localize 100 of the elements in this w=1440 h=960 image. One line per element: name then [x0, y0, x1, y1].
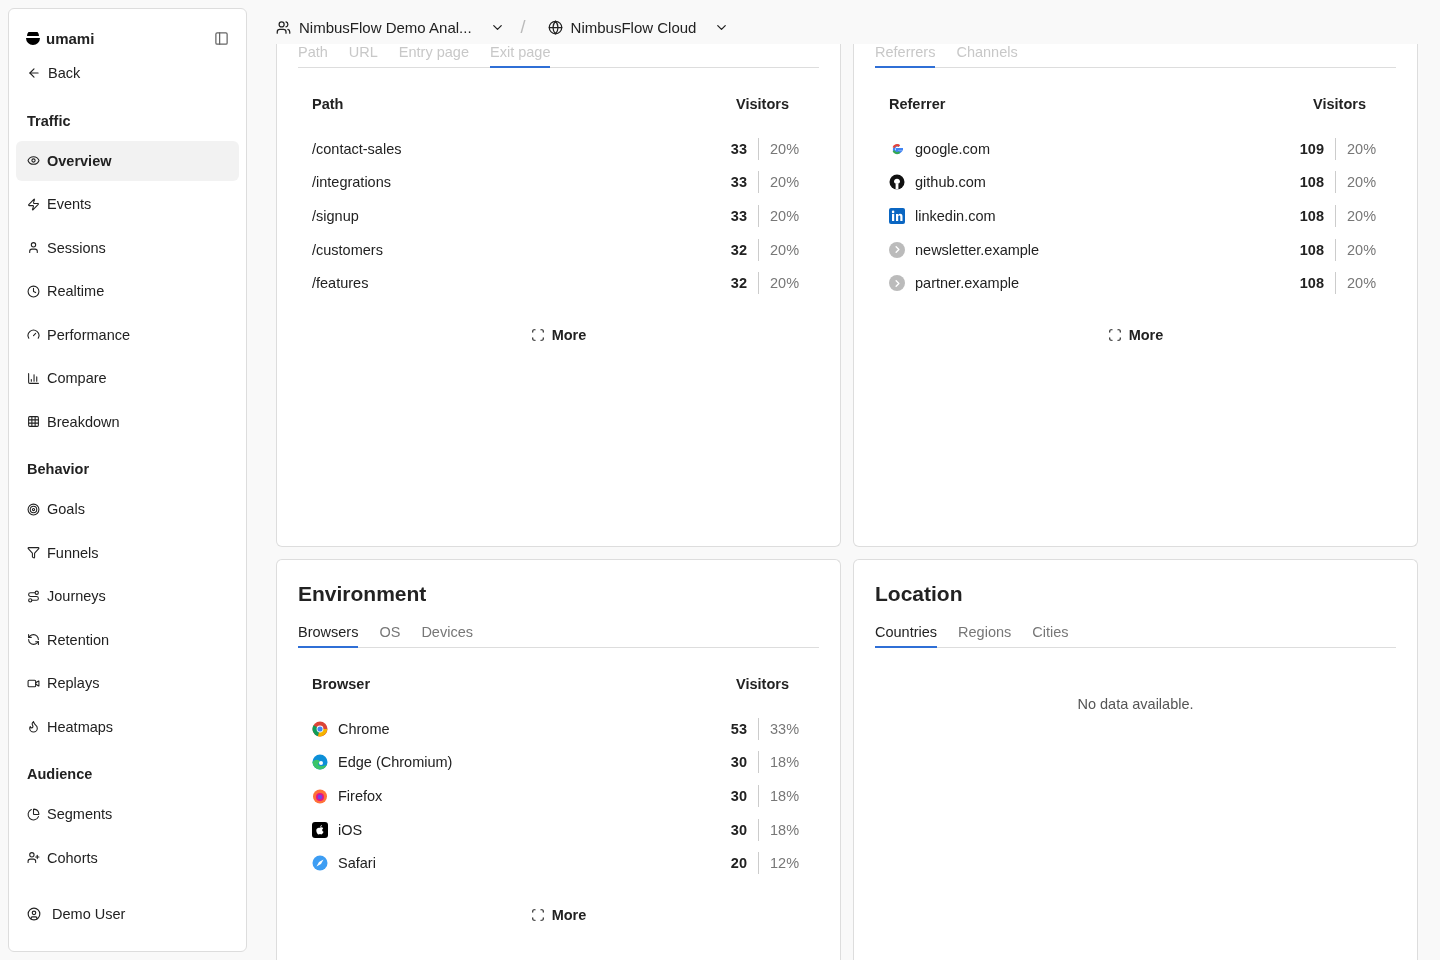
- visitor-percent: 20%: [769, 174, 801, 191]
- row-label: /integrations: [312, 174, 391, 191]
- visitor-count: 108: [1286, 272, 1336, 295]
- panel-title: Environment: [298, 582, 428, 606]
- expand-icon: [1107, 327, 1122, 342]
- visitor-percent: 33%: [769, 720, 801, 737]
- row-label: google.com: [915, 140, 990, 157]
- nav-item[interactable]: Retention: [16, 619, 239, 660]
- panel-tab[interactable]: Devices: [421, 624, 473, 648]
- clock-icon: [27, 284, 40, 298]
- panel-tab[interactable]: Regions: [958, 624, 1012, 648]
- visitor-count: 109: [1286, 137, 1336, 160]
- sidebar-toggle-icon[interactable]: [214, 30, 229, 46]
- visitor-percent: 20%: [769, 241, 801, 258]
- visitor-count: 32: [709, 238, 759, 261]
- expand-icon: [530, 907, 545, 922]
- visitor-percent: 12%: [769, 855, 801, 872]
- row-label: iOS: [338, 821, 363, 838]
- panel-tab[interactable]: OS: [379, 624, 401, 648]
- route-icon: [27, 589, 40, 603]
- row-label: /features: [312, 275, 369, 292]
- visitor-count: 30: [709, 785, 759, 807]
- visitor-percent: 18%: [769, 821, 801, 838]
- gauge-icon: [27, 328, 40, 341]
- row-label: partner.example: [915, 275, 1019, 292]
- website-selector[interactable]: NimbusFlow Cloud: [570, 18, 697, 36]
- more-button[interactable]: More: [524, 325, 593, 344]
- nav-item[interactable]: Events: [16, 184, 239, 224]
- nav-item[interactable]: Funnels: [16, 532, 239, 573]
- linkedin-icon: [889, 208, 905, 224]
- visitor-percent: 20%: [1346, 140, 1378, 157]
- app-logo: umami: [26, 29, 95, 47]
- more-button[interactable]: More: [524, 905, 593, 924]
- row-label: Chrome: [338, 720, 390, 737]
- visitor-count: 32: [709, 272, 759, 295]
- chrome-icon: [312, 720, 328, 737]
- visitor-count: 108: [1286, 171, 1336, 194]
- visitor-count: 53: [709, 717, 759, 740]
- eye-icon: [27, 154, 40, 167]
- visitor-count: 108: [1286, 205, 1336, 227]
- nav-item[interactable]: Replays: [16, 663, 239, 703]
- logo-icon: [26, 31, 40, 45]
- visitor-count: 30: [709, 818, 759, 841]
- nav-item[interactable]: Overview: [16, 140, 239, 181]
- grid-icon: [27, 415, 40, 428]
- empty-message: No data available.: [1076, 696, 1195, 712]
- panel-tab[interactable]: Countries: [875, 624, 938, 648]
- firefox-icon: [312, 788, 328, 804]
- nav-item[interactable]: Compare: [16, 358, 239, 398]
- section-title: Audience: [26, 765, 94, 784]
- visitor-count: 33: [709, 137, 759, 160]
- column-header: Visitors: [736, 96, 789, 114]
- more-button[interactable]: More: [1101, 325, 1170, 344]
- visitor-percent: 20%: [769, 140, 801, 157]
- column-header: Visitors: [736, 676, 789, 694]
- panel-tab[interactable]: Cities: [1032, 624, 1069, 648]
- chevron-circle-icon: [889, 275, 905, 292]
- visitor-count: 30: [709, 751, 759, 774]
- visitor-percent: 20%: [769, 208, 801, 224]
- nav-item[interactable]: Sessions: [16, 227, 239, 268]
- nav-item[interactable]: Performance: [16, 314, 239, 355]
- nav-item[interactable]: Goals: [16, 489, 239, 529]
- panel-title: Location: [875, 582, 964, 606]
- refresh-icon: [27, 633, 40, 646]
- visitor-count: 108: [1286, 238, 1336, 261]
- panel-tab[interactable]: Browsers: [298, 624, 359, 648]
- pie-chart-icon: [27, 807, 40, 821]
- back-link[interactable]: Back: [16, 53, 239, 93]
- visitor-percent: 20%: [1346, 208, 1378, 224]
- nav-item[interactable]: Breakdown: [16, 401, 239, 442]
- visitor-count: 20: [709, 852, 759, 875]
- user-menu[interactable]: Demo User: [16, 893, 239, 934]
- column-header: Visitors: [1313, 96, 1366, 114]
- expand-icon: [530, 327, 545, 342]
- globe-icon: [547, 19, 563, 35]
- visitor-percent: 20%: [769, 275, 801, 292]
- breadcrumb-separator: /: [520, 16, 526, 38]
- person-icon: [27, 241, 40, 254]
- nav-item[interactable]: Realtime: [16, 271, 239, 311]
- row-label: Safari: [338, 855, 376, 872]
- visitor-count: 33: [709, 205, 759, 227]
- team-selector[interactable]: NimbusFlow Demo Anal...: [299, 18, 472, 36]
- visitor-percent: 18%: [769, 788, 801, 804]
- row-label: linkedin.com: [915, 208, 996, 224]
- nav-item[interactable]: Segments: [16, 794, 239, 834]
- column-header: Path: [312, 96, 344, 114]
- row-label: Firefox: [338, 788, 383, 804]
- bar-chart-icon: [27, 371, 40, 385]
- visitor-percent: 20%: [1346, 174, 1378, 191]
- nav-item[interactable]: Cohorts: [16, 837, 239, 878]
- row-label: newsletter.example: [915, 241, 1040, 258]
- row-label: /customers: [312, 241, 383, 258]
- lightning-icon: [27, 197, 40, 211]
- chevron-circle-icon: [889, 241, 905, 258]
- visitor-percent: 20%: [1346, 241, 1378, 258]
- edge-icon: [312, 754, 328, 771]
- team-icon: [276, 19, 291, 35]
- column-header: Referrer: [889, 96, 946, 114]
- nav-item[interactable]: Heatmaps: [16, 706, 239, 747]
- nav-item[interactable]: Journeys: [16, 576, 239, 616]
